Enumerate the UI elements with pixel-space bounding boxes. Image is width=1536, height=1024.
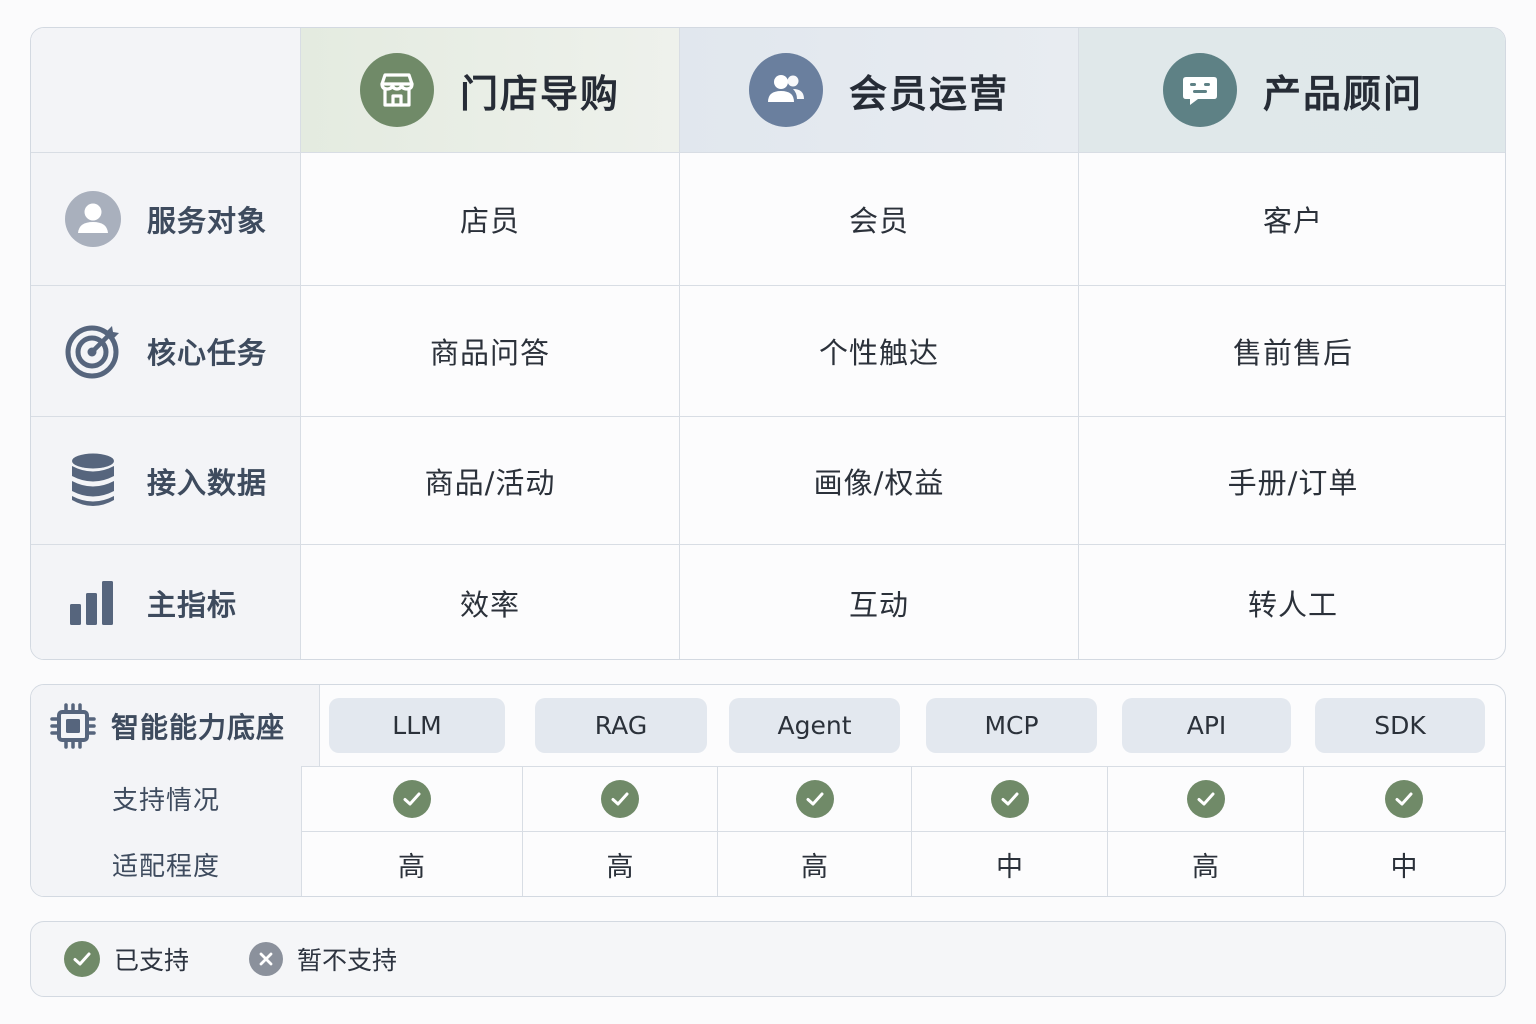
capability-pill-sdk: SDK — [1315, 698, 1485, 753]
user-icon — [63, 189, 123, 249]
fit-cell: 高 — [717, 831, 911, 896]
fit-cell: 高 — [398, 851, 425, 883]
check-icon — [392, 779, 431, 818]
check-icon — [795, 779, 834, 818]
legend-item-unsupported: 暂不支持 — [249, 941, 397, 977]
legend: 已支持 暂不支持 — [30, 921, 1506, 997]
fit-cell: 高 — [1107, 831, 1303, 896]
capability-title-label: 智能能力底座 — [111, 710, 286, 744]
database-icon — [63, 451, 123, 511]
check-icon — [64, 941, 100, 977]
bar-chart-icon — [63, 573, 123, 633]
cross-icon — [249, 942, 284, 976]
support-row-label: 支持情况 — [31, 766, 302, 831]
row-header-label: 主指标 — [147, 588, 238, 622]
row-header-label: 服务对象 — [147, 204, 268, 238]
fit-cell: 中 — [911, 831, 1107, 896]
users-icon — [748, 53, 823, 127]
check-icon — [1385, 779, 1423, 818]
row-header-core-task: 核心任务 — [31, 286, 301, 417]
table-cell: 互动 — [680, 545, 1079, 659]
row-header-service-target: 服务对象 — [31, 153, 301, 286]
row-header-data-access: 接入数据 — [31, 417, 301, 545]
table-corner — [31, 28, 301, 153]
legend-item-supported: 已支持 — [64, 941, 189, 977]
legend-label: 暂不支持 — [297, 946, 398, 975]
row-header-label: 接入数据 — [147, 465, 268, 500]
capability-pill-mcp: MCP — [926, 698, 1097, 753]
column-header-label: 门店导购 — [459, 71, 620, 116]
support-cell — [522, 766, 717, 831]
table-cell: 商品/活动 — [301, 417, 680, 545]
capability-title: 智能能力底座 — [31, 685, 320, 766]
table-cell: 转人工 — [1247, 588, 1338, 622]
capability-pill-llm: LLM — [329, 698, 505, 753]
fit-cell: 中 — [1303, 831, 1504, 896]
check-icon — [601, 779, 639, 818]
support-cell — [717, 766, 911, 831]
legend-label: 已支持 — [114, 946, 190, 975]
comparison-table: 门店导购 会员运营 产品顾问 服务对象 店员 会员 客户 核心任务 商品问答 个… — [30, 27, 1506, 660]
support-cell — [911, 766, 1107, 831]
table-cell: 效率 — [301, 545, 680, 659]
support-cell — [1303, 766, 1504, 831]
chat-icon — [1162, 53, 1237, 127]
table-cell: 客户 — [1079, 153, 1505, 286]
check-icon — [990, 779, 1029, 818]
capability-pill-api: API — [1122, 698, 1291, 753]
store-icon — [359, 53, 434, 127]
table-cell: 手册/订单 — [1079, 417, 1505, 545]
table-cell: 会员 — [680, 153, 1079, 286]
capability-pill-agent: Agent — [729, 698, 900, 753]
capability-table: 智能能力底座 LLM RAG Agent MCP API SDK 支持情况 适配… — [30, 684, 1506, 897]
support-row: 支持情况 — [31, 766, 1505, 832]
column-header-product-advisor: 产品顾问 — [1079, 28, 1505, 153]
support-cell — [301, 766, 522, 831]
support-cell — [1107, 766, 1303, 831]
fit-cell: 高 — [522, 831, 717, 896]
table-cell: 售前售后 — [1079, 286, 1505, 417]
column-header-label: 产品顾问 — [1262, 71, 1423, 116]
row-header-main-metric: 主指标 — [31, 545, 301, 659]
fit-row: 适配程度 高 高 高 中 高 中 — [31, 831, 1505, 896]
table-cell: 商品问答 — [301, 286, 680, 417]
target-icon — [63, 321, 123, 381]
table-cell: 画像/权益 — [680, 417, 1079, 545]
capability-header-row: 智能能力底座 LLM RAG Agent MCP API SDK — [31, 685, 1505, 767]
chip-icon — [49, 702, 97, 750]
fit-row-label: 适配程度 — [31, 831, 302, 896]
table-cell: 个性触达 — [680, 286, 1079, 417]
row-header-label: 核心任务 — [147, 336, 268, 370]
column-header-member-ops: 会员运营 — [680, 28, 1079, 153]
column-header-label: 会员运营 — [848, 71, 1009, 116]
table-cell: 店员 — [301, 153, 680, 286]
column-header-store-guide: 门店导购 — [301, 28, 680, 153]
check-icon — [1186, 779, 1225, 818]
capability-pill-rag: RAG — [535, 698, 707, 753]
